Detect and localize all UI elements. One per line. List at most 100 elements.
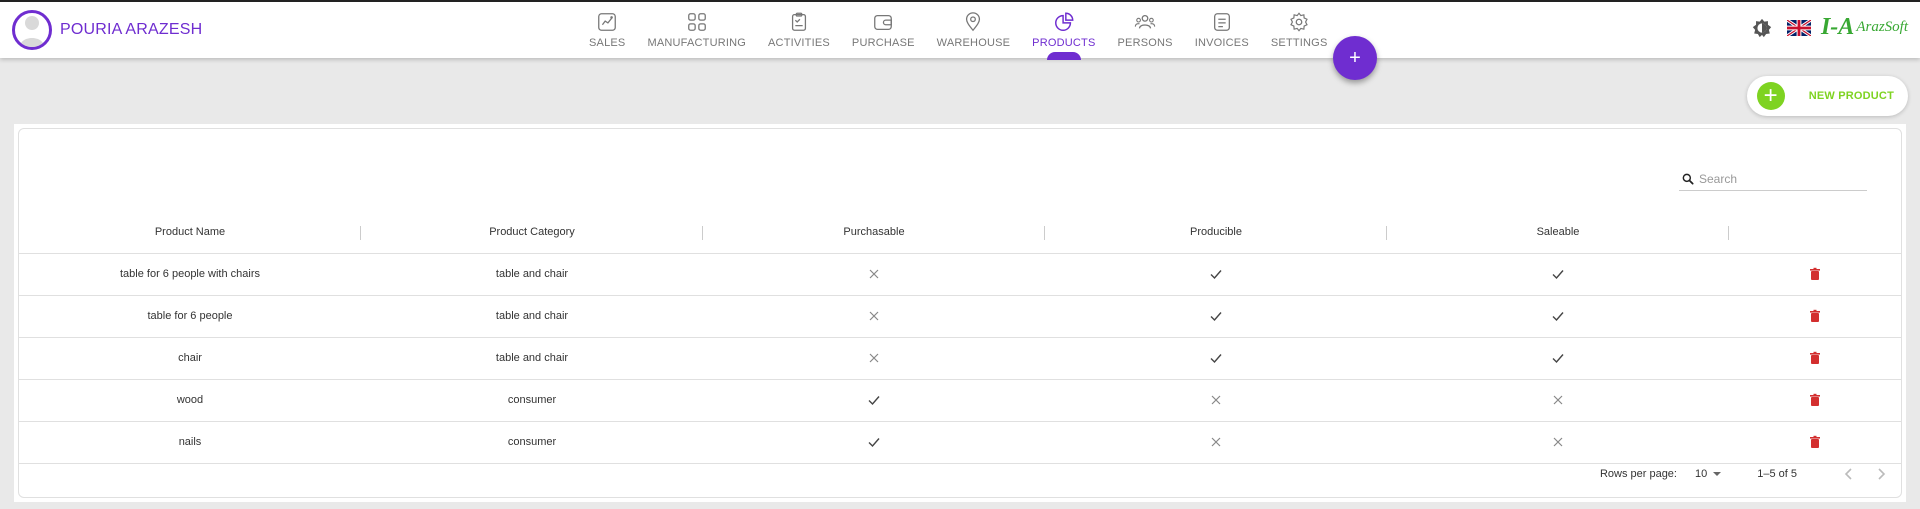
trash-icon [1810, 351, 1820, 364]
products-card: Product Name Product Category Purchasable P… [18, 128, 1902, 498]
chevron-right-icon [1878, 468, 1886, 480]
nav-tab-label: WAREHOUSE [936, 37, 1011, 49]
producible-cell [1045, 378, 1387, 421]
products-table: Product Name Product Category Purchasable P… [19, 211, 1901, 464]
logo-text: ArazSoft [1856, 19, 1908, 35]
delete-cell [1729, 252, 1901, 295]
column-header-label: Product Category [489, 225, 575, 238]
column-header-label: Purchasable [843, 225, 905, 238]
header-tools: I-A ArazSoft [1751, 14, 1908, 41]
nav-tab-activities[interactable]: ACTIVITIES [757, 2, 841, 58]
delete-button[interactable] [1808, 309, 1822, 322]
nav-tab-persons[interactable]: PERSONS [1107, 2, 1184, 58]
main-nav: SALES MANUFACTURING ACTIVITIES PURCHASE WARE… [578, 2, 1338, 58]
delete-button[interactable] [1808, 351, 1822, 364]
nav-tab-invoices[interactable]: INVOICES [1184, 2, 1260, 58]
search-box [1679, 167, 1867, 191]
saleable-cell [1387, 294, 1729, 337]
caret-down-icon [1713, 472, 1722, 476]
purchasable-cell [703, 420, 1045, 464]
trash-icon [1810, 435, 1820, 448]
search-input[interactable] [1699, 171, 1859, 186]
nav-tab-warehouse[interactable]: WAREHOUSE [926, 2, 1022, 58]
nav-tab-manufacturing[interactable]: MANUFACTURING [636, 2, 757, 58]
column-header-label: Product Name [154, 225, 226, 238]
nav-tab-products[interactable]: PRODUCTS [1021, 2, 1106, 58]
new-product-label: NEW PRODUCT [1808, 90, 1894, 102]
cross-icon [869, 269, 879, 279]
nav-tab-label: PURCHASE [851, 37, 915, 49]
delete-cell [1729, 294, 1901, 337]
cross-icon [1553, 395, 1563, 405]
product-category-cell: table and chair [361, 336, 703, 379]
delete-button[interactable] [1808, 267, 1822, 280]
check-icon [1210, 270, 1222, 280]
check-icon [1210, 354, 1222, 364]
delete-cell [1729, 420, 1901, 464]
delete-cell [1729, 378, 1901, 421]
rows-per-page-label: Rows per page: [1599, 468, 1677, 480]
avatar[interactable] [12, 10, 52, 50]
trash-icon [1810, 309, 1820, 322]
delete-button[interactable] [1808, 435, 1822, 448]
table-row[interactable]: table for 6 people with chairs table and … [19, 252, 1901, 295]
rows-per-page-select[interactable]: 10 [1695, 468, 1722, 480]
check-icon [1210, 312, 1222, 322]
saleable-cell [1387, 420, 1729, 464]
wallet-icon [874, 14, 893, 30]
new-product-button[interactable]: + NEW PRODUCT [1746, 76, 1908, 116]
nav-tab-purchase[interactable]: PURCHASE [841, 2, 926, 58]
trash-icon [1810, 393, 1820, 406]
trash-icon [1810, 267, 1820, 280]
table-row[interactable]: chair table and chair [19, 336, 1901, 379]
theme-toggle-icon[interactable] [1751, 17, 1773, 39]
product-category-cell: consumer [361, 420, 703, 464]
nav-tab-sales[interactable]: SALES [578, 2, 636, 58]
product-name-cell: chair [19, 336, 361, 379]
column-header[interactable] [1729, 211, 1901, 253]
grid-icon [687, 13, 706, 31]
cross-icon [869, 353, 879, 363]
table-header-row: Product Name Product Category Purchasable P… [19, 211, 1901, 253]
table-row[interactable]: nails consumer [19, 420, 1901, 464]
check-icon [1552, 312, 1564, 322]
nav-tab-label: PERSONS [1117, 37, 1173, 49]
table-row[interactable]: wood consumer [19, 378, 1901, 421]
table-row[interactable]: table for 6 people table and chair [19, 294, 1901, 337]
producible-cell [1045, 420, 1387, 464]
column-header[interactable]: Purchasable [703, 211, 1045, 253]
column-header[interactable]: Product Name [19, 211, 361, 253]
delete-button[interactable] [1808, 393, 1822, 406]
document-icon [1213, 13, 1230, 31]
saleable-cell [1387, 378, 1729, 421]
product-category-cell: table and chair [361, 294, 703, 337]
pagination: Rows per page: 10 1–5 of 5 [1600, 459, 1891, 489]
cross-icon [1553, 437, 1563, 447]
fab-plus-label: + [1349, 46, 1361, 69]
quick-add-fab[interactable]: + [1333, 36, 1377, 80]
nav-tab-settings[interactable]: SETTINGS [1260, 2, 1339, 58]
column-header[interactable]: Product Category [361, 211, 703, 253]
person-silhouette-icon [20, 16, 44, 47]
people-icon [1134, 14, 1156, 29]
check-icon [868, 438, 880, 448]
user-profile[interactable]: POURIA ARAZESH [12, 10, 202, 50]
previous-page-button[interactable] [1839, 464, 1859, 484]
nav-tab-label: SETTINGS [1270, 37, 1328, 49]
uk-flag-icon[interactable] [1786, 19, 1811, 36]
product-category-cell: table and chair [361, 252, 703, 295]
producible-cell [1045, 336, 1387, 379]
product-name-cell: wood [19, 378, 361, 421]
next-page-button[interactable] [1871, 464, 1891, 484]
user-name: POURIA ARAZESH [60, 21, 203, 38]
cross-icon [869, 311, 879, 321]
column-header[interactable]: Saleable [1387, 211, 1729, 253]
producible-cell [1045, 252, 1387, 295]
top-app-bar: POURIA ARAZESH SALES MANUFACTURING ACTIVIT… [0, 0, 1920, 58]
purchasable-cell [703, 252, 1045, 295]
column-header[interactable]: Producible [1045, 211, 1387, 253]
search-icon [1682, 173, 1694, 185]
sales-chart-icon [598, 13, 617, 31]
purchasable-cell [703, 378, 1045, 421]
saleable-cell [1387, 336, 1729, 379]
